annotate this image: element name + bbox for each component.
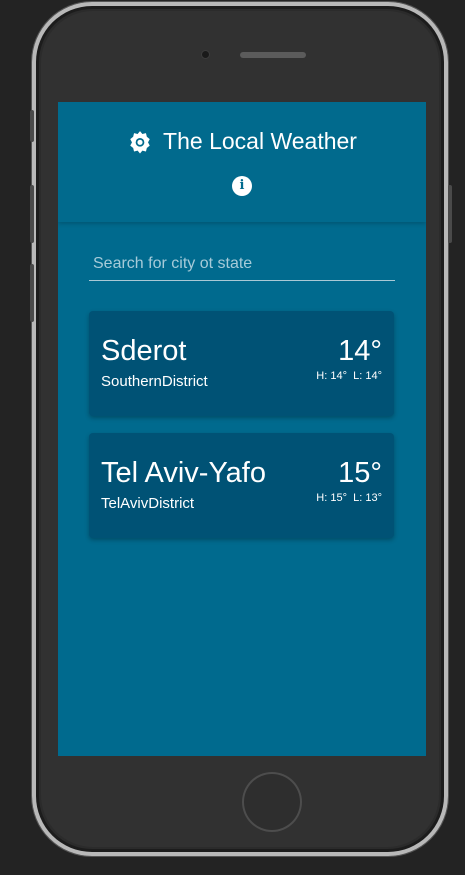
city-district: TelAvivDistrict bbox=[101, 495, 195, 512]
low-temperature: L: 13° bbox=[353, 492, 382, 504]
volume-down-button[interactable] bbox=[30, 264, 34, 322]
gear-icon bbox=[130, 130, 150, 153]
speaker-grille bbox=[240, 52, 306, 58]
high-low-temperature: H: 15° L: 13° bbox=[316, 492, 382, 504]
city-name: Sderot bbox=[101, 335, 187, 367]
camera-icon bbox=[202, 51, 209, 58]
mute-switch[interactable] bbox=[30, 110, 34, 142]
low-temperature: L: 14° bbox=[353, 370, 382, 382]
app-title: The Local Weather bbox=[163, 128, 357, 154]
high-low-temperature: H: 14° L: 14° bbox=[316, 370, 382, 382]
app-screen: The Local Weather i Sderot SouthernDistr… bbox=[58, 102, 426, 756]
power-button[interactable] bbox=[448, 185, 452, 243]
current-temperature: 14° bbox=[338, 335, 382, 367]
high-temperature: H: 15° bbox=[316, 492, 347, 504]
city-card-tel-aviv[interactable]: Tel Aviv-Yafo TelAvivDistrict 15° H: 15°… bbox=[89, 433, 394, 538]
city-card-sderot[interactable]: Sderot SouthernDistrict 14° H: 14° L: 14… bbox=[89, 311, 394, 416]
info-icon[interactable]: i bbox=[232, 176, 252, 196]
search-input[interactable] bbox=[89, 248, 395, 280]
high-temperature: H: 14° bbox=[316, 370, 347, 382]
home-button[interactable] bbox=[242, 772, 302, 832]
city-name: Tel Aviv-Yafo bbox=[101, 457, 266, 489]
search-field bbox=[89, 248, 395, 281]
app-header: The Local Weather i bbox=[58, 102, 426, 222]
city-district: SouthernDistrict bbox=[101, 373, 208, 390]
current-temperature: 15° bbox=[338, 457, 382, 489]
title-row: The Local Weather bbox=[58, 128, 426, 155]
volume-up-button[interactable] bbox=[30, 185, 34, 243]
